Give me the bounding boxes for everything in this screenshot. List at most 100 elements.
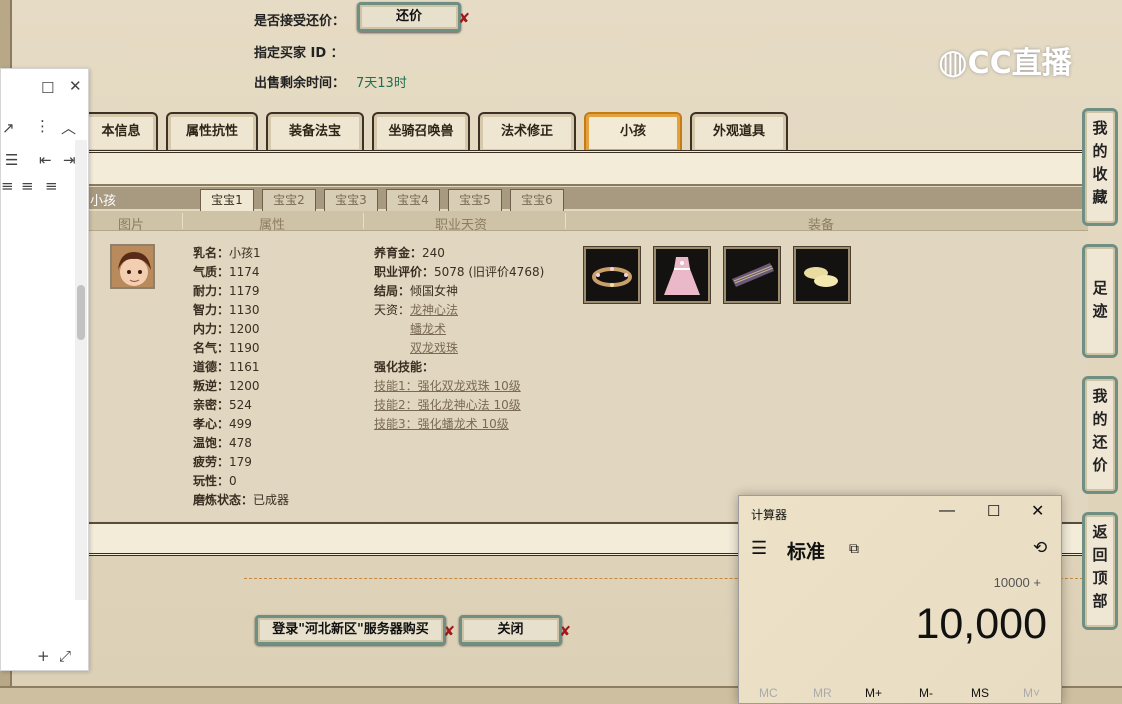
history-icon[interactable]: ⟲: [1033, 538, 1047, 558]
talent-gift-3[interactable]: 双龙戏珠: [410, 339, 458, 356]
close-mark-icon: ✘: [443, 624, 455, 640]
keep-on-top-icon[interactable]: ⧉: [849, 540, 859, 557]
menu-icon[interactable]: ☰: [751, 538, 767, 559]
calculator-expression: 10000 +: [993, 575, 1041, 590]
attr-rebellion: 叛逆：1200: [193, 379, 260, 393]
login-buy-label: 登录"河北新区"服务器购买: [272, 622, 429, 637]
child-portrait: [110, 244, 155, 289]
attr-satiety: 温饱：478: [193, 436, 252, 450]
attr-nickname: 乳名：小孩1: [193, 246, 261, 260]
subtab-baby-6[interactable]: 宝宝6: [510, 189, 564, 211]
equip-shoes-icon[interactable]: [794, 247, 850, 303]
equip-zither-icon[interactable]: [724, 247, 780, 303]
side-footprints-button[interactable]: 足迹: [1082, 244, 1118, 358]
column-header: 图片 属性 职业天资 装备: [88, 211, 1088, 233]
calculator-mode: 标准: [787, 542, 826, 563]
attr-fame: 名气：1190: [193, 341, 260, 355]
close-icon[interactable]: ✕: [69, 77, 82, 95]
cc-logo: ◍CC直播: [938, 38, 1072, 82]
tab-appearance[interactable]: 外观道具: [690, 112, 788, 152]
tab-basic-info[interactable]: 本信息: [84, 112, 158, 152]
attr-filial: 孝心：499: [193, 417, 252, 431]
indent-icon[interactable]: ⇥: [63, 151, 76, 169]
talent-ending: 结局：倾国女神: [374, 284, 459, 298]
tab-label: 小孩: [619, 124, 646, 139]
subtab-baby-3[interactable]: 宝宝3: [324, 189, 378, 211]
attr-temperament: 气质：1174: [193, 265, 260, 279]
attr-fatigue: 疲劳：179: [193, 455, 252, 469]
tab-label: 属性抗性: [185, 124, 238, 139]
time-value: 7天13时: [356, 76, 407, 91]
talent-skill-3[interactable]: 技能3：强化蟠龙术 10级: [374, 415, 509, 432]
subtab-baby-1[interactable]: 宝宝1: [200, 189, 254, 211]
maximize-icon[interactable]: ☐: [987, 502, 1000, 520]
talent-gift-1[interactable]: 龙神心法: [410, 301, 458, 318]
equip-dress-icon[interactable]: [654, 247, 710, 303]
fullscreen-icon[interactable]: ⤢: [59, 647, 71, 665]
maximize-icon[interactable]: ☐: [41, 79, 54, 97]
talent-gift-label: 天资：: [374, 303, 411, 317]
attr-stamina: 耐力：1179: [193, 284, 260, 298]
memory-recall-button[interactable]: MR: [813, 686, 832, 700]
cc-logo-icon: ◍: [938, 42, 968, 82]
talent-score: 职业评价：5078 (旧评价4768): [374, 265, 545, 279]
memory-list-button[interactable]: M˅: [1023, 686, 1040, 700]
side-back-to-top-button[interactable]: 返回顶部: [1082, 512, 1118, 630]
close-icon[interactable]: ✕: [1031, 501, 1044, 521]
memory-subtract-button[interactable]: M-: [919, 686, 933, 700]
close-mark-icon: ✘: [559, 624, 571, 640]
editor-scrollbar[interactable]: [75, 140, 87, 600]
memory-clear-button[interactable]: MC: [759, 686, 778, 700]
close-button[interactable]: 关闭 ✘: [459, 615, 571, 645]
tab-spells[interactable]: 法术修正: [478, 112, 576, 152]
tab-mounts[interactable]: 坐骑召唤兽: [372, 112, 470, 152]
zoom-in-icon[interactable]: +: [37, 647, 50, 665]
minimize-icon[interactable]: —: [939, 502, 955, 520]
align-left-icon[interactable]: ≡: [1, 177, 14, 195]
column-divider: [363, 213, 364, 229]
memory-store-button[interactable]: MS: [971, 686, 989, 700]
close-button-label: 关闭: [497, 622, 524, 637]
more-icon[interactable]: ⋮: [35, 117, 50, 135]
align-right-icon[interactable]: ≡: [21, 177, 34, 195]
talent-skill-label: 强化技能：: [374, 360, 435, 374]
equip-wreath-icon[interactable]: [584, 247, 640, 303]
buyer-id-label: 指定买家 ID ：: [254, 46, 344, 61]
subtab-baby-2[interactable]: 宝宝2: [262, 189, 316, 211]
tab-equipment[interactable]: 装备法宝: [266, 112, 364, 152]
tab-attributes[interactable]: 属性抗性: [166, 112, 258, 152]
child-bar-title: 小孩: [90, 194, 117, 209]
share-icon[interactable]: ↗: [2, 119, 15, 137]
list-icon[interactable]: ☰: [5, 151, 18, 169]
editor-scroll-thumb[interactable]: [77, 285, 85, 340]
column-divider: [565, 213, 566, 229]
counteroffer-button[interactable]: 还价 ✘: [357, 2, 470, 32]
attr-intelligence: 智力：1130: [193, 303, 260, 317]
tab-label: 坐骑召唤兽: [388, 124, 454, 139]
attr-inner-power: 内力：1200: [193, 322, 260, 336]
close-mark-icon: ✘: [458, 11, 470, 27]
calculator-window: 计算器 — ☐ ✕ ☰ 标准 ⧉ ⟲ 10000 + 10,000 MC MR …: [738, 495, 1062, 704]
attr-training-status: 磨炼状态：已成器: [193, 493, 290, 507]
talent-skill-2[interactable]: 技能2：强化龙神心法 10级: [374, 396, 521, 413]
subtab-baby-5[interactable]: 宝宝5: [448, 189, 502, 211]
side-favorites-button[interactable]: 我的收藏: [1082, 108, 1118, 226]
column-divider: [182, 213, 183, 229]
outdent-icon[interactable]: ⇤: [39, 151, 52, 169]
collapse-icon[interactable]: ︿: [61, 117, 76, 138]
side-counteroffers-button[interactable]: 我的还价: [1082, 376, 1118, 494]
memory-add-button[interactable]: M+: [865, 686, 882, 700]
login-buy-button[interactable]: 登录"河北新区"服务器购买 ✘: [255, 615, 455, 645]
talent-skill-1[interactable]: 技能1：强化双龙戏珠 10级: [374, 377, 521, 394]
attr-morality: 道德：1161: [193, 360, 260, 374]
calculator-display: 10,000: [915, 600, 1047, 648]
calculator-title: 计算器: [751, 508, 788, 522]
tab-label: 装备法宝: [288, 124, 341, 139]
tab-label: 外观道具: [712, 124, 765, 139]
tab-label: 本信息: [101, 124, 141, 139]
counteroffer-button-label: 还价: [395, 9, 422, 24]
tab-children[interactable]: 小孩: [584, 112, 682, 152]
talent-gift-2[interactable]: 蟠龙术: [410, 320, 446, 337]
subtab-baby-4[interactable]: 宝宝4: [386, 189, 440, 211]
justify-icon[interactable]: ≡: [45, 177, 58, 195]
